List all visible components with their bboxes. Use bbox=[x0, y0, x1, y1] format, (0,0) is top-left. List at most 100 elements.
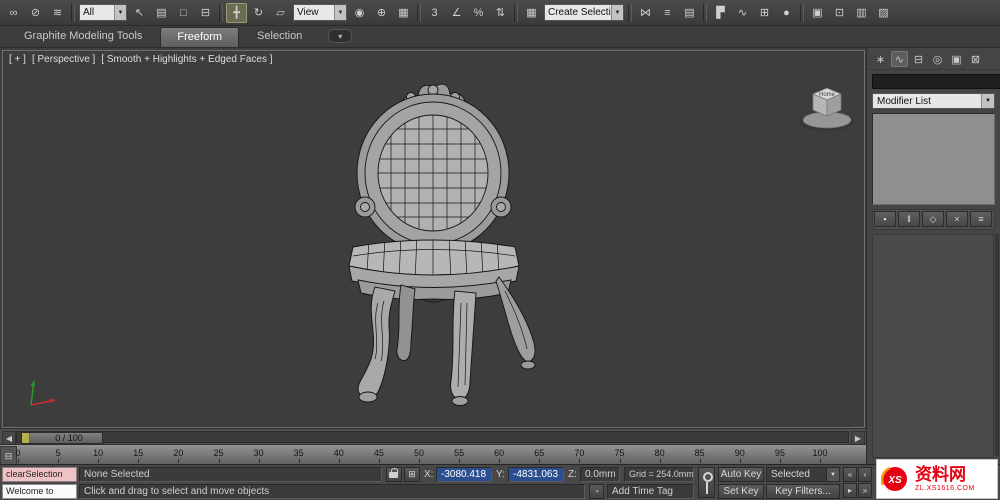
modify-tab[interactable]: ∿ bbox=[891, 51, 908, 67]
maxscript-listener-line1[interactable]: clearSelection bbox=[2, 467, 77, 482]
hierarchy-tab[interactable]: ⊟ bbox=[910, 51, 927, 67]
time-tag-icon[interactable]: ◔ bbox=[589, 484, 604, 499]
use-pivot-point-center-icon[interactable]: ◉ bbox=[349, 3, 370, 23]
ribbon-tab-freeform[interactable]: Freeform bbox=[160, 27, 239, 47]
display-tab[interactable]: ▣ bbox=[948, 51, 965, 67]
go-to-start-button[interactable]: « bbox=[843, 467, 857, 482]
key-mode-value: Selected bbox=[767, 468, 826, 481]
unlink-selection-icon[interactable]: ⊘ bbox=[25, 3, 46, 23]
add-time-tag-field[interactable]: Add Time Tag bbox=[607, 484, 694, 499]
reference-coordinate-system-dropdown[interactable]: View▼ bbox=[293, 4, 347, 21]
make-unique-button[interactable]: ◇ bbox=[922, 211, 944, 227]
render-setup-icon[interactable]: ▣ bbox=[807, 3, 828, 23]
schematic-view-icon[interactable]: ⊞ bbox=[754, 3, 775, 23]
configure-modifier-sets-button[interactable]: ≡ bbox=[970, 211, 992, 227]
selection-lock-toggle[interactable] bbox=[386, 467, 402, 482]
ribbon-tab-selection[interactable]: Selection bbox=[241, 27, 318, 47]
coord-z-field[interactable]: 0.0mm bbox=[580, 467, 620, 482]
watermark-logo: XS 资料网 ZL.XS1616.COM bbox=[876, 459, 998, 499]
object-name-input[interactable] bbox=[872, 74, 1000, 89]
previous-frame-button[interactable]: ‹ bbox=[858, 467, 872, 482]
auto-key-button[interactable]: Auto Key bbox=[718, 467, 764, 482]
select-and-manipulate-icon[interactable]: ⊕ bbox=[371, 3, 392, 23]
play-button[interactable]: ▸ bbox=[843, 483, 857, 498]
graphite-ribbon-toggle-icon[interactable]: ▛ bbox=[710, 3, 731, 23]
frame-label-60: 60 bbox=[494, 448, 504, 458]
rendered-frame-window-icon[interactable]: ⊡ bbox=[829, 3, 850, 23]
coord-x-field[interactable]: -3080.418 bbox=[436, 467, 492, 482]
edit-named-selection-sets-icon[interactable]: ▦ bbox=[521, 3, 542, 23]
frame-label-70: 70 bbox=[574, 448, 584, 458]
select-by-name-icon[interactable]: ▤ bbox=[151, 3, 172, 23]
viewcube[interactable]: Home bbox=[791, 77, 863, 137]
render-iterative-icon[interactable]: ▨ bbox=[873, 3, 894, 23]
motion-tab[interactable]: ◎ bbox=[929, 51, 946, 67]
select-and-link-icon[interactable]: ∞ bbox=[3, 3, 24, 23]
playback-controls: «‹▸» bbox=[843, 467, 873, 498]
chair-wireframe-model bbox=[3, 51, 864, 427]
maxscript-listener-line2[interactable]: Welcome to MAX: bbox=[2, 484, 77, 499]
frame-tick bbox=[459, 459, 460, 463]
named-selection-sets-dropdown[interactable]: Create Selection Se▼ bbox=[544, 4, 624, 21]
key-mode-dropdown[interactable]: Selected ▼ bbox=[766, 467, 840, 482]
coord-y-field[interactable]: -4831.063 bbox=[508, 467, 564, 482]
rectangular-selection-region-icon[interactable]: □ bbox=[173, 3, 194, 23]
timeline-ruler[interactable]: ⊟ 05101520253035404550556065707580859095… bbox=[0, 444, 866, 464]
next-frame-arrow[interactable]: ▶ bbox=[851, 431, 865, 445]
remove-modifier-button[interactable]: × bbox=[946, 211, 968, 227]
material-editor-icon[interactable]: ● bbox=[776, 3, 797, 23]
window-crossing-icon[interactable]: ⊟ bbox=[195, 3, 216, 23]
mini-curve-editor-button[interactable]: ⊟ bbox=[0, 446, 17, 466]
ribbon-minimize-button[interactable]: ▾ bbox=[328, 29, 352, 43]
frame-tick bbox=[339, 459, 340, 463]
toolbar-separator bbox=[219, 4, 223, 22]
ribbon-tab-graphite-modeling-tools[interactable]: Graphite Modeling Tools bbox=[8, 27, 158, 47]
key-filters-button[interactable]: Key Filters... bbox=[766, 484, 840, 499]
curve-editor-icon[interactable]: ∿ bbox=[732, 3, 753, 23]
create-tab[interactable]: ∗ bbox=[872, 51, 889, 67]
viewport-menu-1[interactable]: [ Perspective ] bbox=[32, 54, 95, 65]
render-production-icon[interactable]: ▥ bbox=[851, 3, 872, 23]
command-panel-scrollbar[interactable] bbox=[995, 234, 999, 456]
layer-manager-icon[interactable]: ▤ bbox=[679, 3, 700, 23]
select-and-move-icon[interactable]: ╋ bbox=[226, 3, 247, 23]
mirror-icon[interactable]: ⋈ bbox=[635, 3, 656, 23]
watermark-badge-icon: XS bbox=[881, 463, 911, 495]
time-slider-track[interactable]: 0 / 100 bbox=[16, 431, 849, 443]
select-and-scale-icon[interactable]: ▱ bbox=[270, 3, 291, 23]
frame-label-0: 0 bbox=[15, 448, 20, 458]
spinner-snap-toggle-icon[interactable]: ⇅ bbox=[490, 3, 511, 23]
select-and-rotate-icon[interactable]: ↻ bbox=[248, 3, 269, 23]
select-object-icon[interactable]: ↖ bbox=[129, 3, 150, 23]
lock-icon bbox=[389, 472, 399, 480]
set-keys-button[interactable] bbox=[698, 467, 715, 498]
perspective-viewport[interactable]: [ + ] [ Perspective ] [ Smooth + Highlight… bbox=[2, 50, 865, 428]
coord-z-label: Z: bbox=[568, 467, 577, 482]
show-end-result-button[interactable]: ‖ bbox=[898, 211, 920, 227]
frame-tick bbox=[579, 459, 580, 463]
keyboard-shortcut-override-icon[interactable]: ▦ bbox=[393, 3, 414, 23]
modifier-stack-list[interactable] bbox=[872, 113, 995, 205]
selection-filter-dropdown[interactable]: All▼ bbox=[79, 4, 127, 21]
coord-y-label: Y: bbox=[496, 467, 505, 482]
frame-tick bbox=[820, 459, 821, 463]
watermark-site-name: 资料网 bbox=[915, 466, 975, 483]
viewport-menu-2[interactable]: [ Smooth + Highlights + Edged Faces ] bbox=[101, 54, 272, 65]
modifier-list-dropdown[interactable]: Modifier List ▼ bbox=[872, 93, 995, 109]
previous-frame-arrow[interactable]: ◀ bbox=[2, 431, 16, 445]
go-to-end-button[interactable]: » bbox=[858, 483, 872, 498]
percent-snap-toggle-icon[interactable]: % bbox=[468, 3, 489, 23]
chevron-down-icon: ▼ bbox=[114, 5, 126, 20]
snaps-toggle-icon[interactable]: 3 bbox=[424, 3, 445, 23]
3ds-max-window: ∞⊘≋All▼↖▤□⊟╋↻▱View▼◉⊕▦3∠%⇅▦Create Select… bbox=[0, 0, 1000, 500]
viewport-menu-0[interactable]: [ + ] bbox=[9, 54, 26, 65]
align-icon[interactable]: ≡ bbox=[657, 3, 678, 23]
angle-snap-toggle-icon[interactable]: ∠ bbox=[446, 3, 467, 23]
set-key-button[interactable]: Set Key bbox=[718, 484, 764, 499]
absolute-mode-toggle[interactable]: ⊞ bbox=[404, 467, 420, 482]
utilities-tab[interactable]: ⊠ bbox=[967, 51, 984, 67]
time-slider-handle[interactable]: 0 / 100 bbox=[21, 432, 103, 444]
bind-to-space-warp-icon[interactable]: ≋ bbox=[47, 3, 68, 23]
frame-tick bbox=[259, 459, 260, 463]
pin-stack-button[interactable]: ▪ bbox=[874, 211, 896, 227]
